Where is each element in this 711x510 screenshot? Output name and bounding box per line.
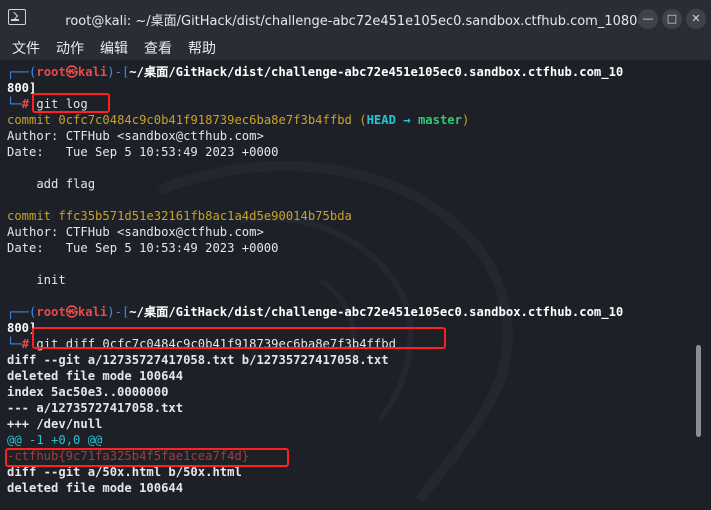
message-line-2: init (7, 273, 66, 287)
window-title: root@kali: ~/桌面/GitHack/dist/challenge-a… (65, 14, 646, 29)
date-line-1: Date: Tue Sep 5 10:53:49 2023 +0000 (7, 145, 279, 159)
minimize-button[interactable]: — (638, 9, 658, 29)
scrollbar-thumb[interactable] (696, 345, 701, 437)
author-line-2: Author: CTFHub <sandbox@ctfhub.com> (7, 225, 264, 239)
highlight-box-git-log (32, 93, 110, 113)
menu-help[interactable]: 帮助 (188, 38, 216, 58)
menu-bar: 文件 动作 编辑 查看 帮助 (0, 36, 711, 60)
prompt-line-2: ┌──(root㉿kali)-[~/桌面/GitHack/dist/challe… (7, 305, 624, 319)
diff-new-file: +++ /dev/null (7, 417, 103, 431)
diff-header: diff --git a/12735727417058.txt b/127357… (7, 353, 389, 367)
commit-line-1: commit 0cfc7c0484c9c0b41f918739ec6ba8e7f… (7, 113, 470, 127)
maximize-button[interactable]: □ (662, 9, 682, 29)
menu-file[interactable]: 文件 (12, 38, 40, 58)
commit-line-2: commit ffc35b571d51e32161fb8ac1a4d5e9001… (7, 209, 352, 223)
message-line-1: add flag (7, 177, 96, 191)
author-line-1: Author: CTFHub <sandbox@ctfhub.com> (7, 129, 264, 143)
diff-mode-2: deleted file mode 100644 (7, 481, 184, 495)
diff-mode: deleted file mode 100644 (7, 369, 184, 383)
prompt-line-1: ┌──(root㉿kali)-[~/桌面/GitHack/dist/challe… (7, 65, 624, 79)
title-bar[interactable]: root@kali: ~/桌面/GitHack/dist/challenge-a… (0, 0, 711, 36)
highlight-box-git-diff (32, 327, 446, 349)
diff-old-file: --- a/12735727417058.txt (7, 401, 184, 415)
menu-action[interactable]: 动作 (56, 38, 84, 58)
menu-edit[interactable]: 编辑 (100, 38, 128, 58)
menu-view[interactable]: 查看 (144, 38, 172, 58)
highlight-box-flag (5, 448, 289, 467)
close-button[interactable]: ✕ (686, 9, 706, 29)
diff-index: index 5ac50e3..0000000 (7, 385, 169, 399)
terminal-window: root@kali: ~/桌面/GitHack/dist/challenge-a… (0, 0, 711, 510)
date-line-2: Date: Tue Sep 5 10:53:49 2023 +0000 (7, 241, 279, 255)
diff-hunk: @@ -1 +0,0 @@ (7, 433, 103, 447)
